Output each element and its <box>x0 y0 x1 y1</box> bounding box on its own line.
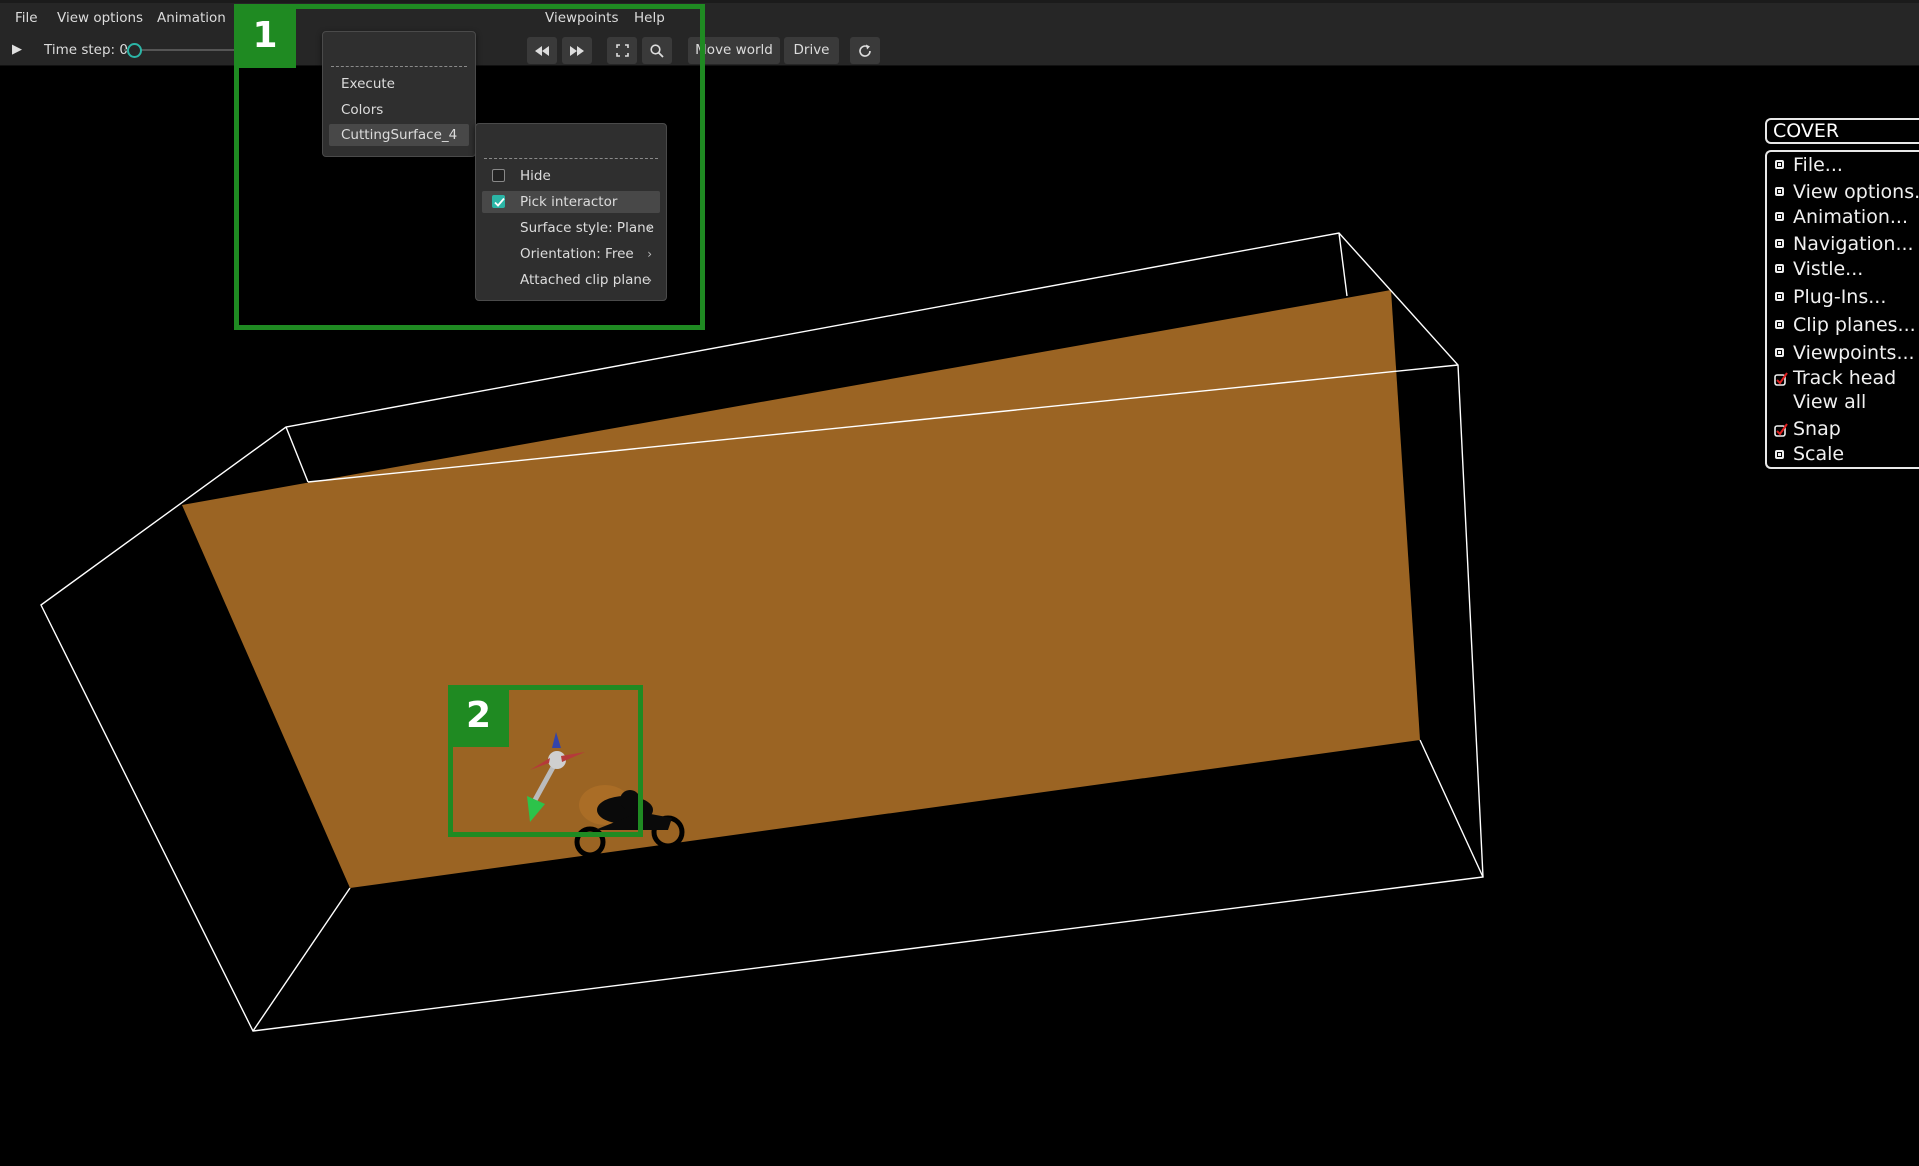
cover-item-plugins[interactable]: Plug-Ins... <box>1793 286 1886 308</box>
cover-item-view-all[interactable]: View all <box>1793 391 1866 413</box>
cover-item-clip-planes[interactable]: Clip planes... <box>1793 314 1916 336</box>
orientation-item[interactable]: Orientation: Free › <box>482 243 660 265</box>
hide-label: Hide <box>520 168 551 184</box>
pick-interactor-item[interactable]: Pick interactor <box>482 191 660 213</box>
tear-off-handle[interactable] <box>331 66 467 67</box>
cutting-plane <box>182 290 1420 888</box>
menu-file[interactable]: File <box>15 10 38 26</box>
surface-style-item[interactable]: Surface style: Plane › <box>482 217 660 239</box>
cover-item-viewpoints[interactable]: Viewpoints... <box>1793 342 1915 364</box>
surface-style-label: Surface style: Plane <box>520 220 654 236</box>
navigation-menu-icon <box>1775 239 1784 248</box>
orientation-label: Orientation: Free <box>520 246 634 262</box>
pick-interactor-label: Pick interactor <box>520 194 618 210</box>
cover-panel-title: COVER <box>1765 118 1919 144</box>
track-head-check-icon[interactable] <box>1774 372 1788 386</box>
cover-item-vistle[interactable]: Vistle... <box>1793 258 1863 280</box>
reload-icon[interactable] <box>850 37 880 64</box>
snap-check-icon[interactable] <box>1774 423 1788 437</box>
cuttingsurface-submenu: Hide Pick interactor Surface style: Plan… <box>475 123 667 301</box>
cover-item-track-head[interactable]: Track head <box>1793 367 1896 389</box>
cover-item-view-options[interactable]: View options... <box>1793 181 1919 203</box>
hide-checkbox-item[interactable]: Hide <box>482 165 660 187</box>
vistle-menu: Execute Colors CuttingSurface_4 <box>322 31 476 157</box>
cover-item-animation[interactable]: Animation... <box>1793 206 1908 228</box>
file-menu-icon <box>1775 160 1784 169</box>
drive-button[interactable]: Drive <box>784 37 839 64</box>
play-icon[interactable]: ▶ <box>4 39 30 61</box>
hide-checkbox[interactable] <box>492 169 505 182</box>
attached-clip-plane-item[interactable]: Attached clip plane › <box>482 269 660 291</box>
annotation-label-2: 2 <box>448 685 509 747</box>
scale-menu-icon <box>1775 450 1784 459</box>
timestep-label: Time step: 0 <box>44 42 128 58</box>
viewpoints-menu-icon <box>1775 348 1784 357</box>
view-options-menu-icon <box>1775 187 1784 196</box>
attached-clip-plane-label: Attached clip plane <box>520 272 651 288</box>
timestep-slider-handle[interactable] <box>127 43 142 58</box>
menu-item-execute[interactable]: Execute <box>329 73 469 95</box>
menu-view-options[interactable]: View options <box>57 10 143 26</box>
clip-planes-menu-icon <box>1775 320 1784 329</box>
annotation-label-1: 1 <box>234 4 296 68</box>
cover-item-navigation[interactable]: Navigation... <box>1793 233 1914 255</box>
tear-off-handle[interactable] <box>484 158 658 159</box>
plugins-menu-icon <box>1775 292 1784 301</box>
menu-item-cuttingsurface[interactable]: CuttingSurface_4 <box>329 124 469 146</box>
cover-item-file[interactable]: File... <box>1793 154 1843 176</box>
chevron-right-icon: › <box>647 221 652 235</box>
chevron-right-icon: › <box>647 247 652 261</box>
cover-item-snap[interactable]: Snap <box>1793 418 1841 440</box>
pick-interactor-checkbox[interactable] <box>492 195 505 208</box>
chevron-right-icon: › <box>647 273 652 287</box>
cover-item-scale[interactable]: Scale <box>1793 443 1844 465</box>
animation-menu-icon <box>1775 212 1784 221</box>
menu-item-colors[interactable]: Colors <box>329 99 469 121</box>
menu-animation[interactable]: Animation <box>157 10 226 26</box>
vistle-menu-icon <box>1775 264 1784 273</box>
